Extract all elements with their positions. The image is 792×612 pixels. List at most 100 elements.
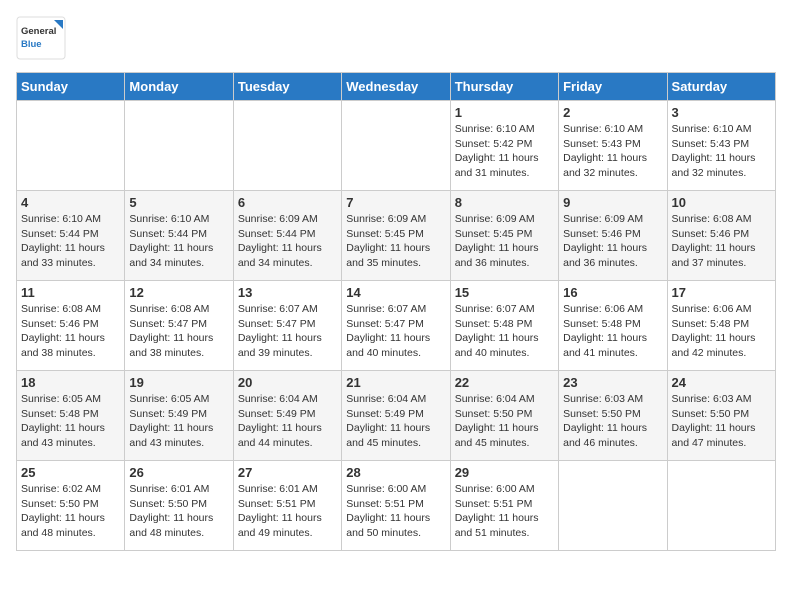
day-number: 20 xyxy=(238,375,337,390)
calendar-cell: 18 Sunrise: 6:05 AM Sunset: 5:48 PM Dayli… xyxy=(17,371,125,461)
day-number: 15 xyxy=(455,285,554,300)
header-saturday: Saturday xyxy=(667,73,775,101)
day-number: 13 xyxy=(238,285,337,300)
day-info: Sunrise: 6:02 AM Sunset: 5:50 PM Dayligh… xyxy=(21,482,120,541)
header-monday: Monday xyxy=(125,73,233,101)
calendar-header-row: SundayMondayTuesdayWednesdayThursdayFrid… xyxy=(17,73,776,101)
day-info: Sunrise: 6:06 AM Sunset: 5:48 PM Dayligh… xyxy=(563,302,662,361)
header-tuesday: Tuesday xyxy=(233,73,341,101)
calendar-cell xyxy=(17,101,125,191)
day-number: 19 xyxy=(129,375,228,390)
day-info: Sunrise: 6:04 AM Sunset: 5:50 PM Dayligh… xyxy=(455,392,554,451)
day-number: 24 xyxy=(672,375,771,390)
calendar-cell: 1 Sunrise: 6:10 AM Sunset: 5:42 PM Daylig… xyxy=(450,101,558,191)
calendar-cell: 9Sunrise: 6:09 AM Sunset: 5:46 PM Daylig… xyxy=(559,191,667,281)
day-number: 17 xyxy=(672,285,771,300)
page-header: General Blue xyxy=(16,16,776,60)
calendar-cell: 16 Sunrise: 6:06 AM Sunset: 5:48 PM Dayli… xyxy=(559,281,667,371)
svg-text:Blue: Blue xyxy=(21,39,42,50)
day-info: Sunrise: 6:04 AM Sunset: 5:49 PM Dayligh… xyxy=(238,392,337,451)
week-row-4: 18 Sunrise: 6:05 AM Sunset: 5:48 PM Dayli… xyxy=(17,371,776,461)
calendar-cell: 3Sunrise: 6:10 AM Sunset: 5:43 PM Daylig… xyxy=(667,101,775,191)
calendar-cell xyxy=(559,461,667,551)
day-number: 11 xyxy=(21,285,120,300)
day-info: Sunrise: 6:07 AM Sunset: 5:47 PM Dayligh… xyxy=(346,302,445,361)
calendar-table: SundayMondayTuesdayWednesdayThursdayFrid… xyxy=(16,72,776,551)
day-info: Sunrise: 6:10 AM Sunset: 5:44 PM Dayligh… xyxy=(129,212,228,271)
calendar-cell: 28 Sunrise: 6:00 AM Sunset: 5:51 PM Dayli… xyxy=(342,461,450,551)
calendar-cell: 26 Sunrise: 6:01 AM Sunset: 5:50 PM Dayli… xyxy=(125,461,233,551)
logo-icon: General Blue xyxy=(16,16,66,60)
day-info: Sunrise: 6:05 AM Sunset: 5:48 PM Dayligh… xyxy=(21,392,120,451)
day-info: Sunrise: 6:01 AM Sunset: 5:50 PM Dayligh… xyxy=(129,482,228,541)
day-number: 29 xyxy=(455,465,554,480)
calendar-cell: 6 Sunrise: 6:09 AM Sunset: 5:44 PM Daylig… xyxy=(233,191,341,281)
day-info: Sunrise: 6:08 AM Sunset: 5:46 PM Dayligh… xyxy=(672,212,771,271)
day-number: 21 xyxy=(346,375,445,390)
header-friday: Friday xyxy=(559,73,667,101)
calendar-cell: 15 Sunrise: 6:07 AM Sunset: 5:48 PM Dayli… xyxy=(450,281,558,371)
day-info: Sunrise: 6:07 AM Sunset: 5:47 PM Dayligh… xyxy=(238,302,337,361)
header-thursday: Thursday xyxy=(450,73,558,101)
calendar-cell: 25 Sunrise: 6:02 AM Sunset: 5:50 PM Dayli… xyxy=(17,461,125,551)
day-info: Sunrise: 6:09 AM Sunset: 5:44 PM Dayligh… xyxy=(238,212,337,271)
logo: General Blue xyxy=(16,16,66,60)
calendar-cell: 20 Sunrise: 6:04 AM Sunset: 5:49 PM Dayli… xyxy=(233,371,341,461)
day-number: 8 xyxy=(455,195,554,210)
day-info: Sunrise: 6:00 AM Sunset: 5:51 PM Dayligh… xyxy=(455,482,554,541)
day-number: 1 xyxy=(455,105,554,120)
calendar-cell: 13 Sunrise: 6:07 AM Sunset: 5:47 PM Dayli… xyxy=(233,281,341,371)
day-number: 22 xyxy=(455,375,554,390)
day-info: Sunrise: 6:10 AM Sunset: 5:43 PM Dayligh… xyxy=(672,122,771,181)
calendar-cell: 4 Sunrise: 6:10 AM Sunset: 5:44 PM Daylig… xyxy=(17,191,125,281)
day-number: 25 xyxy=(21,465,120,480)
day-info: Sunrise: 6:04 AM Sunset: 5:49 PM Dayligh… xyxy=(346,392,445,451)
calendar-cell: 12 Sunrise: 6:08 AM Sunset: 5:47 PM Dayli… xyxy=(125,281,233,371)
calendar-cell: 17 Sunrise: 6:06 AM Sunset: 5:48 PM Dayli… xyxy=(667,281,775,371)
header-sunday: Sunday xyxy=(17,73,125,101)
day-number: 16 xyxy=(563,285,662,300)
calendar-cell: 8Sunrise: 6:09 AM Sunset: 5:45 PM Daylig… xyxy=(450,191,558,281)
day-number: 27 xyxy=(238,465,337,480)
calendar-cell: 24 Sunrise: 6:03 AM Sunset: 5:50 PM Dayli… xyxy=(667,371,775,461)
day-number: 6 xyxy=(238,195,337,210)
calendar-cell: 27 Sunrise: 6:01 AM Sunset: 5:51 PM Dayli… xyxy=(233,461,341,551)
week-row-1: 1 Sunrise: 6:10 AM Sunset: 5:42 PM Daylig… xyxy=(17,101,776,191)
day-number: 23 xyxy=(563,375,662,390)
day-info: Sunrise: 6:09 AM Sunset: 5:45 PM Dayligh… xyxy=(346,212,445,271)
day-number: 4 xyxy=(21,195,120,210)
day-number: 9 xyxy=(563,195,662,210)
calendar-cell: 5Sunrise: 6:10 AM Sunset: 5:44 PM Daylig… xyxy=(125,191,233,281)
day-info: Sunrise: 6:10 AM Sunset: 5:43 PM Dayligh… xyxy=(563,122,662,181)
week-row-5: 25 Sunrise: 6:02 AM Sunset: 5:50 PM Dayli… xyxy=(17,461,776,551)
day-number: 18 xyxy=(21,375,120,390)
svg-text:General: General xyxy=(21,26,56,37)
day-info: Sunrise: 6:10 AM Sunset: 5:44 PM Dayligh… xyxy=(21,212,120,271)
day-info: Sunrise: 6:06 AM Sunset: 5:48 PM Dayligh… xyxy=(672,302,771,361)
week-row-2: 4 Sunrise: 6:10 AM Sunset: 5:44 PM Daylig… xyxy=(17,191,776,281)
day-info: Sunrise: 6:08 AM Sunset: 5:47 PM Dayligh… xyxy=(129,302,228,361)
day-info: Sunrise: 6:08 AM Sunset: 5:46 PM Dayligh… xyxy=(21,302,120,361)
calendar-cell: 14 Sunrise: 6:07 AM Sunset: 5:47 PM Dayli… xyxy=(342,281,450,371)
day-number: 28 xyxy=(346,465,445,480)
calendar-cell: 7 Sunrise: 6:09 AM Sunset: 5:45 PM Daylig… xyxy=(342,191,450,281)
day-info: Sunrise: 6:07 AM Sunset: 5:48 PM Dayligh… xyxy=(455,302,554,361)
day-number: 14 xyxy=(346,285,445,300)
calendar-cell: 29 Sunrise: 6:00 AM Sunset: 5:51 PM Dayli… xyxy=(450,461,558,551)
calendar-cell xyxy=(667,461,775,551)
day-info: Sunrise: 6:00 AM Sunset: 5:51 PM Dayligh… xyxy=(346,482,445,541)
calendar-cell: 10Sunrise: 6:08 AM Sunset: 5:46 PM Dayli… xyxy=(667,191,775,281)
day-info: Sunrise: 6:01 AM Sunset: 5:51 PM Dayligh… xyxy=(238,482,337,541)
day-number: 7 xyxy=(346,195,445,210)
day-info: Sunrise: 6:10 AM Sunset: 5:42 PM Dayligh… xyxy=(455,122,554,181)
day-number: 2 xyxy=(563,105,662,120)
calendar-cell: 22 Sunrise: 6:04 AM Sunset: 5:50 PM Dayli… xyxy=(450,371,558,461)
calendar-cell xyxy=(125,101,233,191)
day-info: Sunrise: 6:05 AM Sunset: 5:49 PM Dayligh… xyxy=(129,392,228,451)
day-info: Sunrise: 6:03 AM Sunset: 5:50 PM Dayligh… xyxy=(672,392,771,451)
calendar-cell: 23Sunrise: 6:03 AM Sunset: 5:50 PM Dayli… xyxy=(559,371,667,461)
calendar-cell xyxy=(342,101,450,191)
day-number: 26 xyxy=(129,465,228,480)
calendar-cell: 19 Sunrise: 6:05 AM Sunset: 5:49 PM Dayli… xyxy=(125,371,233,461)
day-number: 12 xyxy=(129,285,228,300)
